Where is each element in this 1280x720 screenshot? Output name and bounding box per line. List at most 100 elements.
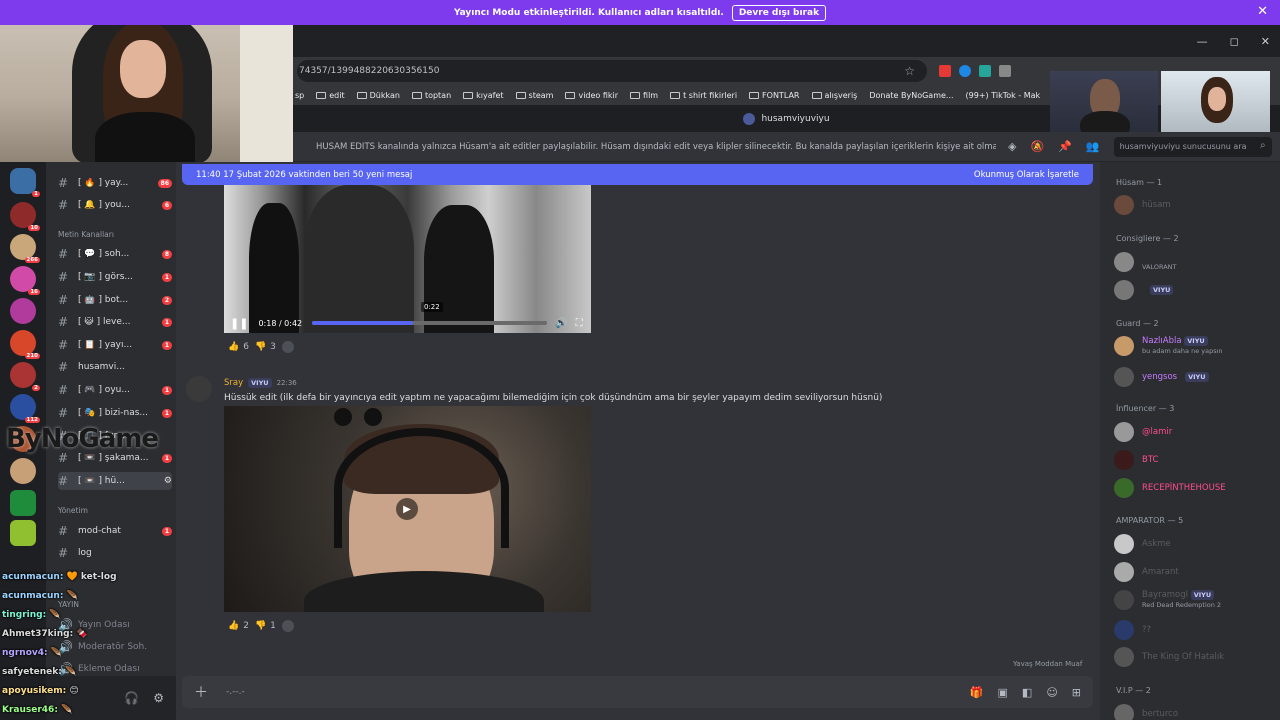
- url-field[interactable]: 74357/1399488220630356150 ☆: [297, 60, 927, 82]
- bookmark[interactable]: toptan: [411, 91, 451, 100]
- bookmark[interactable]: video fikir: [565, 91, 618, 100]
- bookmark[interactable]: Dükkan: [356, 91, 400, 100]
- extension-icon[interactable]: [999, 65, 1011, 77]
- gift-icon[interactable]: 🎁: [970, 686, 984, 699]
- server-icon[interactable]: [10, 458, 36, 484]
- server-icon[interactable]: 210: [10, 330, 40, 359]
- member[interactable]: VIYU: [1114, 280, 1174, 300]
- extension-icon[interactable]: [959, 65, 971, 77]
- server-icon[interactable]: 112: [10, 394, 40, 423]
- volume-icon[interactable]: 🔊: [555, 318, 567, 329]
- extension-icon[interactable]: [979, 65, 991, 77]
- notifications-icon[interactable]: 🔕: [1030, 140, 1044, 153]
- category-admin[interactable]: Yönetim: [58, 506, 88, 515]
- video-progress-bar[interactable]: [312, 321, 548, 325]
- bookmark[interactable]: t shirt fikirleri: [670, 91, 737, 100]
- member[interactable]: NazlıAbla VIYU bu adam daha ne yapsın: [1114, 336, 1223, 356]
- member[interactable]: hüsam: [1114, 195, 1171, 215]
- avatar[interactable]: [186, 376, 212, 402]
- pin-icon[interactable]: 📌: [1058, 140, 1072, 153]
- channel-item[interactable]: # [ 📋 ] yayı... 1: [58, 336, 172, 354]
- server-icon[interactable]: 2: [10, 362, 40, 391]
- member[interactable]: The King Of Hatalık: [1114, 647, 1224, 667]
- extension-icon[interactable]: [939, 65, 951, 77]
- channel-item[interactable]: # husamvi...: [58, 358, 172, 376]
- channel-item[interactable]: # [ 🎭 ] bizi-nas... 1: [58, 404, 172, 422]
- channel-item[interactable]: # [ 🤖 ] bot... 2: [58, 291, 172, 309]
- member[interactable]: @lamir: [1114, 422, 1172, 442]
- minimize-icon[interactable]: —: [1197, 35, 1208, 48]
- channel-item[interactable]: # [ 🔥 ] yay... 86: [58, 174, 172, 192]
- bookmark[interactable]: FONTLAR: [749, 91, 800, 100]
- disable-streamer-mode-button[interactable]: Devre dışı bırak: [731, 4, 827, 21]
- member[interactable]: ??: [1114, 620, 1151, 640]
- channel-item[interactable]: # [ 🎮 ] oyu... 1: [58, 381, 172, 399]
- bookmark-star-icon[interactable]: ☆: [904, 64, 915, 78]
- member[interactable]: yengsos VIYU: [1114, 367, 1209, 387]
- member[interactable]: Askme: [1114, 534, 1171, 554]
- server-icon[interactable]: 10: [10, 202, 40, 231]
- reaction-thumbs-down[interactable]: 👎 3: [255, 342, 276, 352]
- maximize-icon[interactable]: ◻: [1230, 35, 1239, 48]
- gif-icon[interactable]: ▣: [998, 686, 1008, 699]
- video-attachment[interactable]: ▶: [224, 406, 591, 612]
- member[interactable]: BTC: [1114, 450, 1158, 470]
- reaction-thumbs-up[interactable]: 👍 6: [228, 342, 249, 352]
- bookmark[interactable]: film: [630, 91, 658, 100]
- channel-topic[interactable]: HÜSAM EDİTS kanalında yalnızca Hüsam'a a…: [316, 142, 996, 152]
- channel-item[interactable]: # [ 📷 ] görs... 1: [58, 268, 172, 286]
- search-input[interactable]: husamviyuviyu sunucusunu ara ⌕: [1113, 136, 1272, 157]
- reaction-thumbs-up[interactable]: 👍 2: [228, 621, 249, 631]
- member[interactable]: Bayramogl VIYU Red Dead Redemption 2: [1114, 590, 1221, 610]
- member[interactable]: berturco: [1114, 704, 1178, 720]
- channel-item[interactable]: # [ 🔔 ] you... 6: [58, 196, 172, 214]
- channel-item[interactable]: # [ 😺 ] leve... 1: [58, 313, 172, 331]
- category-text-channels[interactable]: Metin Kanalları: [58, 230, 114, 239]
- channel-item-active[interactable]: # [ 📼 ] hü... ⚙: [58, 472, 172, 490]
- bookmark[interactable]: edit: [316, 90, 345, 100]
- channel-item[interactable]: # mod-chat 1: [58, 522, 172, 540]
- add-reaction-icon[interactable]: [281, 341, 294, 353]
- server-icon[interactable]: [10, 490, 36, 516]
- server-icon[interactable]: 16: [10, 266, 40, 295]
- channel-item[interactable]: # log: [58, 544, 172, 562]
- settings-icon[interactable]: ⚙: [164, 476, 172, 486]
- attach-plus-icon[interactable]: ＋: [194, 682, 208, 702]
- sticker-icon[interactable]: ◧: [1022, 686, 1032, 699]
- bookmark[interactable]: Donate ByNoGame...: [869, 91, 953, 100]
- settings-icon[interactable]: ⚙: [153, 691, 164, 705]
- bookmark[interactable]: steam: [515, 91, 553, 100]
- mark-as-read-button[interactable]: Okunmuş Olarak İşaretle: [974, 170, 1079, 180]
- new-messages-bar[interactable]: 11:40 17 Şubat 2026 vaktinden beri 50 ye…: [182, 164, 1093, 185]
- member[interactable]: RECEPİNTHEHOUSE: [1114, 478, 1226, 498]
- apps-icon[interactable]: ⊞: [1072, 686, 1081, 699]
- member[interactable]: Amarant: [1114, 562, 1179, 582]
- headset-icon[interactable]: 🎧: [124, 691, 139, 705]
- bookmark[interactable]: sp: [295, 91, 304, 100]
- server-icon[interactable]: 266: [10, 234, 40, 263]
- bookmark[interactable]: kıyafet: [463, 91, 504, 100]
- bookmark-label: edit: [329, 90, 345, 100]
- bookmark[interactable]: (99+) TikTok - Mak: [966, 91, 1041, 100]
- close-window-icon[interactable]: ✕: [1261, 35, 1270, 48]
- add-reaction-icon[interactable]: [281, 620, 294, 632]
- server-icon[interactable]: [10, 520, 36, 546]
- play-icon[interactable]: ▶: [396, 498, 418, 520]
- unread-badge: 6: [161, 200, 172, 210]
- message-input[interactable]: ＋ -.--.- 🎁 ▣ ◧ ☺ ⊞: [182, 676, 1093, 708]
- threads-icon[interactable]: ◈: [1008, 140, 1016, 153]
- video-attachment[interactable]: [224, 185, 591, 333]
- bookmark[interactable]: alışveriş: [811, 91, 857, 100]
- fullscreen-icon[interactable]: ⛶: [576, 318, 583, 329]
- pause-icon[interactable]: ❚❚: [230, 317, 248, 330]
- emoji-icon[interactable]: ☺: [1046, 686, 1057, 699]
- server-icon[interactable]: 1: [10, 168, 40, 197]
- browser-titlebar: — ◻ ✕: [293, 25, 1280, 57]
- server-icon[interactable]: [10, 298, 36, 324]
- message-author[interactable]: Sray: [224, 378, 243, 388]
- members-icon[interactable]: 👥: [1086, 140, 1100, 153]
- member[interactable]: VALORANT: [1114, 252, 1177, 272]
- channel-item[interactable]: # [ 💬 ] soh... 8: [58, 245, 172, 263]
- close-icon[interactable]: ✕: [1257, 4, 1268, 19]
- reaction-thumbs-down[interactable]: 👎 1: [255, 621, 276, 631]
